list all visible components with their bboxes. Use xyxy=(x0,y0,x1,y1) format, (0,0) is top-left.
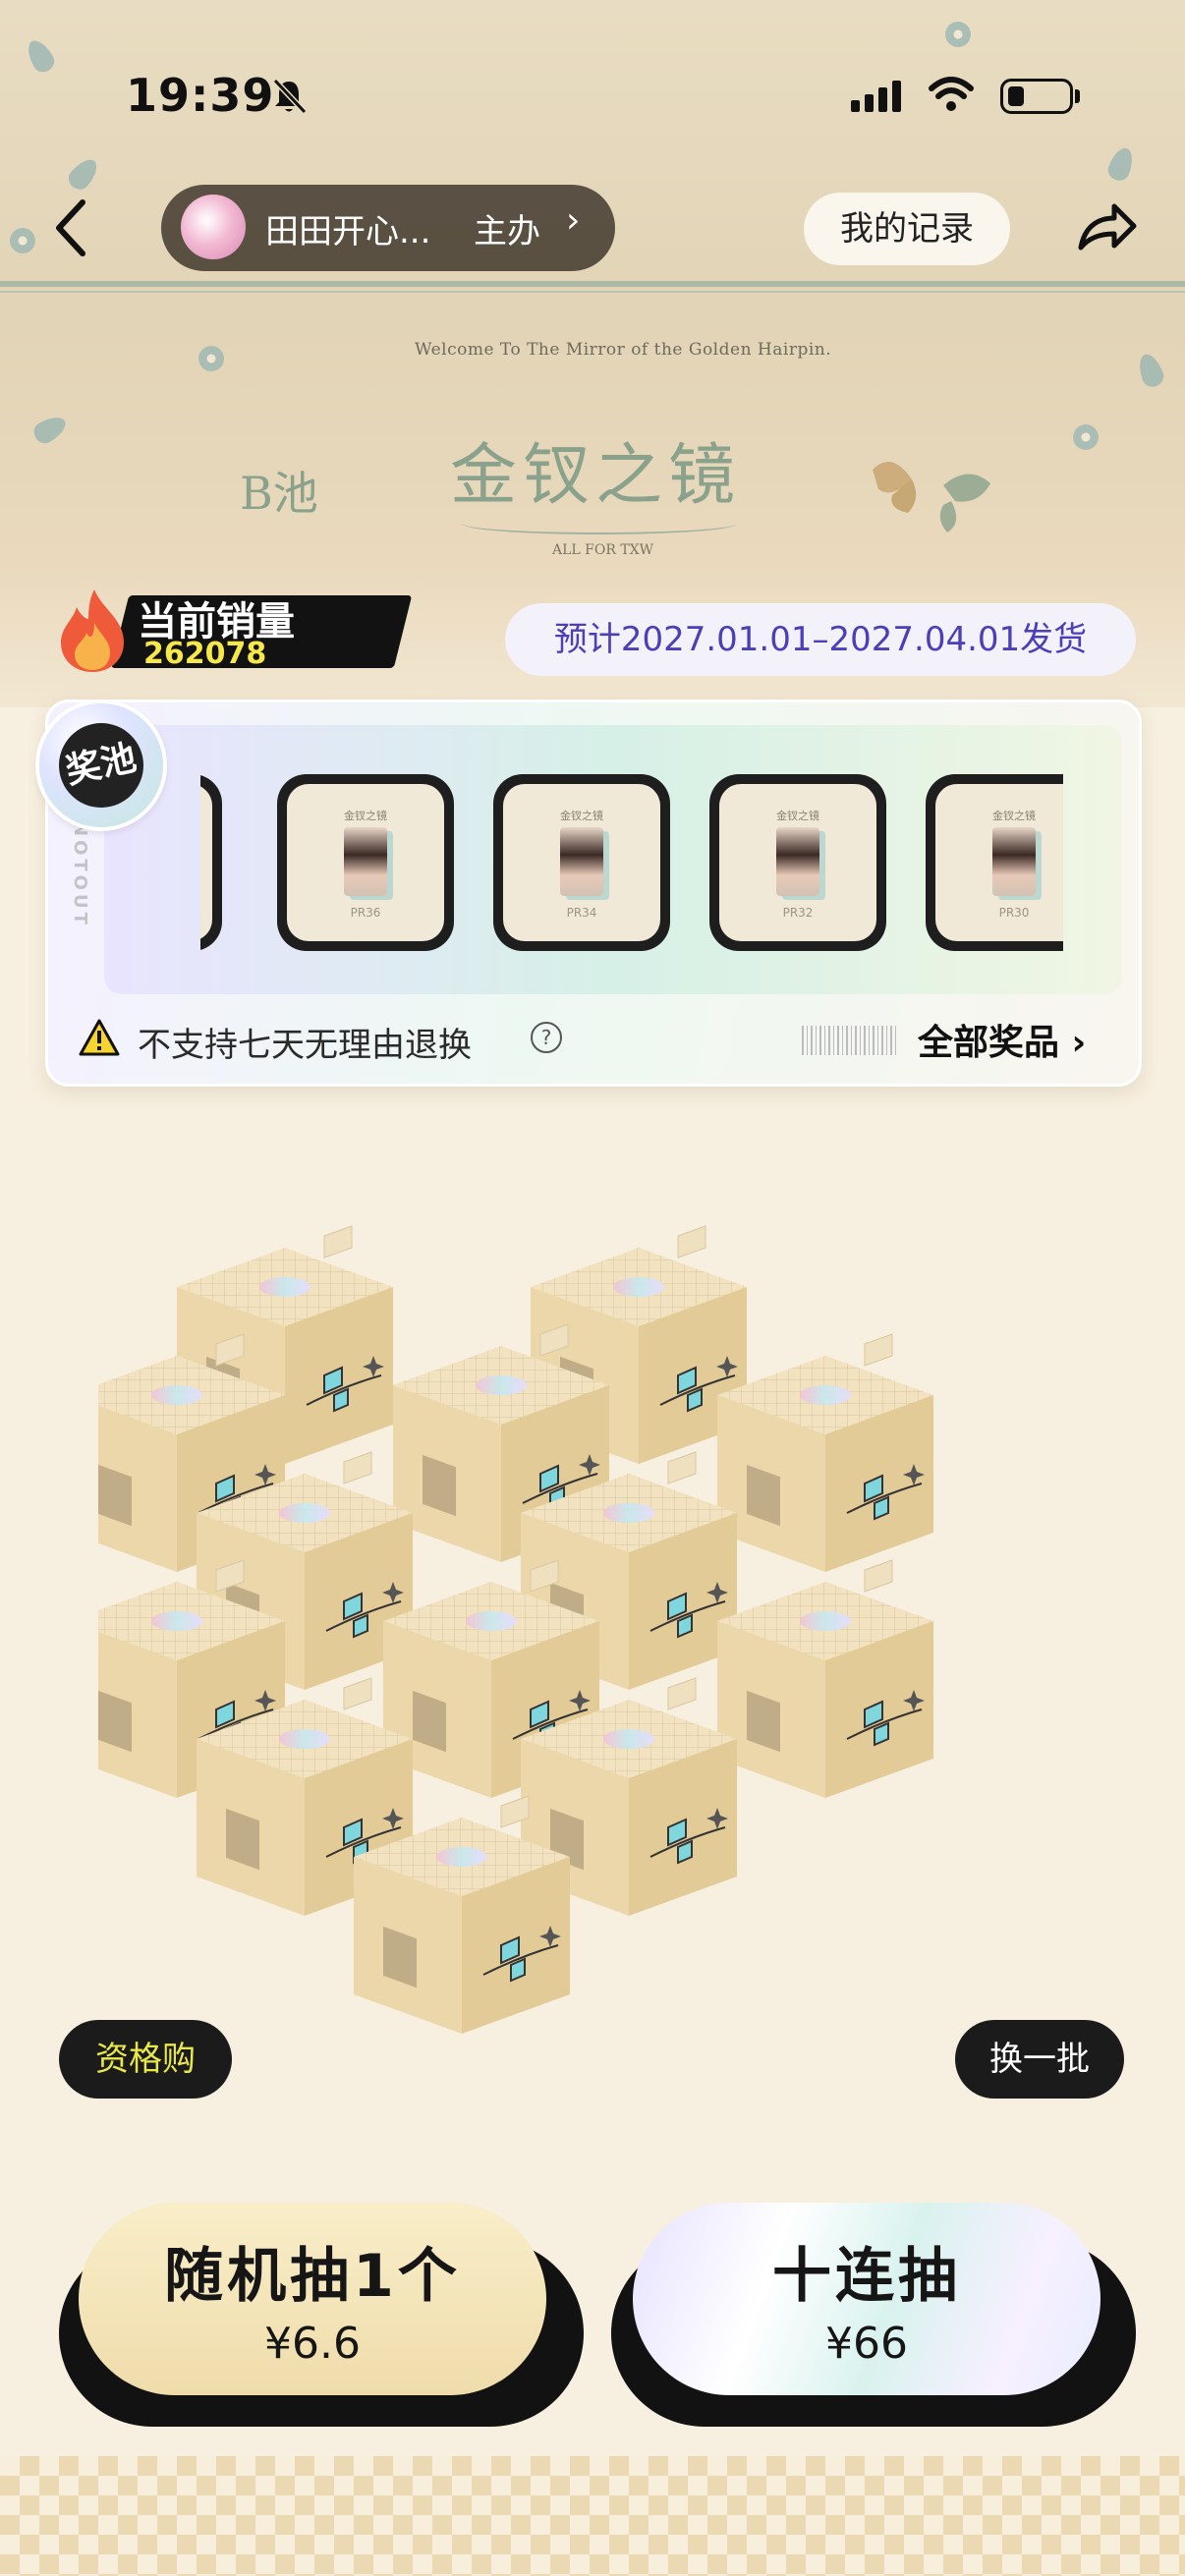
help-icon[interactable]: ? xyxy=(531,1022,562,1053)
banner-border xyxy=(0,281,1185,287)
flower-decoration xyxy=(1071,422,1100,452)
prize-header: 金钗之镜 xyxy=(992,810,1036,822)
sales-value: 262078 xyxy=(143,637,267,671)
banner-welcome: Welcome To The Mirror of the Golden Hair… xyxy=(415,340,832,360)
prize-pool-side-text: NOTOUT xyxy=(70,821,90,928)
prize-photo xyxy=(560,827,603,896)
wifi-icon xyxy=(929,77,974,111)
chevron-right-icon: › xyxy=(566,200,581,241)
prize-header: 金钗之镜 xyxy=(560,810,603,822)
organizer-button[interactable]: 田田开心... 主办 › xyxy=(161,185,615,271)
flame-icon xyxy=(61,589,124,672)
back-arrow-icon[interactable] xyxy=(47,193,98,263)
flower-decoration xyxy=(943,20,973,49)
mystery-box-pile xyxy=(98,1225,934,2035)
banner-title: 金钗之镜 xyxy=(450,437,742,515)
sales-badge: 当前销量 262078 xyxy=(55,586,413,674)
flower-decoration xyxy=(8,226,37,255)
draw-single-price: ¥6.6 xyxy=(264,2319,361,2369)
prize-code: PR32 xyxy=(782,906,814,920)
organizer-avatar xyxy=(181,195,246,259)
banner-pool-label: B池 xyxy=(240,467,318,520)
shipping-estimate: 预计2027.01.01–2027.04.01发货 xyxy=(505,603,1136,676)
draw-single-button[interactable]: 随机抽1个 ¥6.6 xyxy=(79,2203,546,2395)
prize-code: PR30 xyxy=(998,906,1030,920)
prize-item[interactable]: 金钗之镜 PR34 xyxy=(493,774,670,951)
prize-pool-tag: 奖池 xyxy=(39,703,163,827)
refresh-batch-button[interactable]: 换一批 xyxy=(955,2020,1124,2099)
prize-photo xyxy=(776,827,819,896)
prize-photo xyxy=(992,827,1036,896)
checker-footer-decoration xyxy=(0,2456,1185,2576)
my-records-button[interactable]: 我的记录 xyxy=(804,193,1010,265)
prize-header: 金钗之镜 xyxy=(776,810,819,822)
bell-muted-icon xyxy=(272,78,308,115)
warning-icon xyxy=(79,1019,120,1056)
battery-icon xyxy=(1000,79,1073,114)
flower-decoration xyxy=(197,344,226,373)
draw-ten-price: ¥66 xyxy=(825,2319,908,2369)
banner-subtitle: ALL FOR TXW xyxy=(552,542,654,558)
prize-photo xyxy=(344,827,387,896)
signal-icon xyxy=(851,81,906,112)
prize-carousel[interactable]: 金钗之镜 PR36 金钗之镜 PR34 金钗之镜 PR32 金钗之镜 PR30 xyxy=(200,774,1063,957)
banner-flourish xyxy=(462,513,737,534)
prize-item[interactable]: 金钗之镜 PR32 xyxy=(709,774,886,951)
prize-code: PR34 xyxy=(566,906,597,920)
prize-item[interactable]: 金钗之镜 PR30 xyxy=(926,774,1063,951)
draw-single-title: 随机抽1个 xyxy=(164,2242,461,2311)
prize-item[interactable] xyxy=(200,774,222,951)
qualification-purchase-button[interactable]: 资格购 xyxy=(59,2020,232,2099)
status-time: 19:39 xyxy=(126,69,275,122)
draw-ten-button[interactable]: 十连抽 ¥66 xyxy=(633,2203,1100,2395)
barcode-decoration xyxy=(802,1026,896,1055)
all-prizes-link[interactable]: 全部奖品 › xyxy=(918,1014,1086,1065)
banner-border xyxy=(0,291,1185,293)
prize-pool-tag-label: 奖池 xyxy=(50,714,152,816)
organizer-role: 主办 xyxy=(474,212,540,252)
prize-header: 金钗之镜 xyxy=(344,810,387,822)
draw-ten-title: 十连抽 xyxy=(772,2242,961,2311)
share-icon[interactable] xyxy=(1071,193,1142,263)
butterfly-decoration xyxy=(873,462,990,532)
organizer-name: 田田开心... xyxy=(265,212,431,252)
battery-tip xyxy=(1075,89,1080,103)
prize-item[interactable]: 金钗之镜 PR36 xyxy=(277,774,454,951)
no-return-notice: 不支持七天无理由退换 xyxy=(138,1026,472,1065)
prize-code: PR36 xyxy=(350,906,381,920)
